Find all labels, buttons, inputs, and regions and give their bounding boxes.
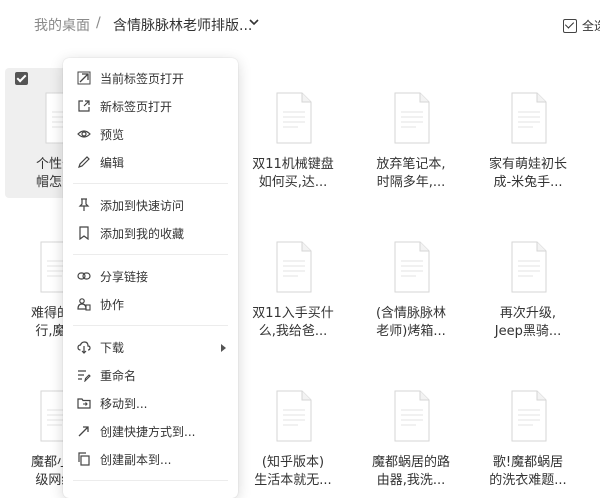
menu-item-label: 创建副本到... <box>100 452 172 467</box>
menu-item-label: 当前标签页打开 <box>100 71 185 86</box>
menu-item-favorites[interactable]: 添加到我的收藏 <box>63 219 238 247</box>
file-name: 魔都蜗居的路 由器,我洗... <box>371 455 450 488</box>
menu-item-label: 下载 <box>100 340 125 355</box>
bookmark-icon <box>77 226 91 240</box>
chevron-down-icon[interactable] <box>247 14 261 30</box>
file-name: 双11入手买什 么,我给爸... <box>252 306 334 339</box>
file-name: 双11机械键盘 如何买,达... <box>252 157 334 190</box>
menu-item-label: 创建快捷方式到... <box>100 424 196 439</box>
file-tile[interactable]: 放弃笔记本, 时隔多年,... <box>354 68 468 198</box>
select-all-checkbox[interactable]: 全选 <box>563 17 600 34</box>
submenu-arrow-icon <box>221 344 226 352</box>
folder-move-icon <box>77 396 91 410</box>
file-tile[interactable]: 双11入手买什 么,我给爸... <box>236 217 350 347</box>
menu-divider <box>73 480 228 481</box>
document-icon <box>276 92 312 144</box>
menu-divider <box>73 183 228 184</box>
menu-item-open-current-tab[interactable]: 当前标签页打开 <box>63 64 238 92</box>
link-icon <box>77 269 91 283</box>
menu-item-label: 预览 <box>100 127 125 142</box>
menu-item-label: 编辑 <box>100 155 125 170</box>
file-name: 放弃笔记本, 时隔多年,... <box>376 157 446 190</box>
menu-item-open-new-tab[interactable]: 新标签页打开 <box>63 92 238 120</box>
document-icon <box>276 390 312 442</box>
file-name: (知乎版本) 生活本就无... <box>254 455 332 488</box>
document-icon <box>394 390 430 442</box>
tile-checkbox[interactable] <box>15 72 28 85</box>
file-name: 再次升级, Jeep黑骑... <box>494 306 562 339</box>
menu-item-label: 新标签页打开 <box>100 99 173 114</box>
open-in-new-tab-icon <box>77 99 91 113</box>
file-tile[interactable]: 歌!魔都蜗居 的洗衣难题... <box>471 366 585 496</box>
document-icon <box>511 92 547 144</box>
breadcrumb-current[interactable]: 含情脉脉林老师排版... <box>113 15 252 35</box>
rename-icon <box>77 368 91 382</box>
menu-item-label: 协作 <box>100 297 125 312</box>
menu-item-move-to[interactable]: 移动到... <box>63 389 238 417</box>
select-all-label: 全选 <box>582 19 600 33</box>
file-tile[interactable]: 再次升级, Jeep黑骑... <box>471 217 585 347</box>
menu-item-label: 重命名 <box>100 368 137 383</box>
file-name: 歌!魔都蜗居 的洗衣难题... <box>489 455 567 488</box>
top-bar: 我的桌面 / 含情脉脉林老师排版... 全选 <box>0 0 600 50</box>
menu-item-label: 移动到... <box>100 396 148 411</box>
menu-divider <box>73 254 228 255</box>
pin-icon <box>77 198 91 212</box>
menu-item-label: 分享链接 <box>100 269 149 284</box>
breadcrumb-separator: / <box>96 15 101 31</box>
cloud-download-icon <box>77 340 91 354</box>
shortcut-icon <box>77 424 91 438</box>
document-icon <box>511 390 547 442</box>
file-name: 家有萌娃初长 成-米兔手... <box>488 157 567 190</box>
file-tile[interactable]: 魔都蜗居的路 由器,我洗... <box>354 366 468 496</box>
menu-item-collaborate[interactable]: 协作 <box>63 290 238 318</box>
pencil-icon <box>77 155 91 169</box>
file-tile[interactable]: 双11机械键盘 如何买,达... <box>236 68 350 198</box>
copy-icon <box>77 452 91 466</box>
file-name: (含情脉脉林 老师)烤箱... <box>375 306 447 339</box>
file-tile[interactable]: (知乎版本) 生活本就无... <box>236 366 350 496</box>
menu-item-create-copy[interactable]: 创建副本到... <box>63 445 238 473</box>
menu-item-create-shortcut[interactable]: 创建快捷方式到... <box>63 417 238 445</box>
document-icon <box>394 241 430 293</box>
menu-item-edit[interactable]: 编辑 <box>63 148 238 176</box>
menu-item-rename[interactable]: 重命名 <box>63 361 238 389</box>
menu-item-label: 添加到我的收藏 <box>100 226 185 241</box>
menu-item-quick-access[interactable]: 添加到快速访问 <box>63 191 238 219</box>
file-tile[interactable]: (含情脉脉林 老师)烤箱... <box>354 217 468 347</box>
document-icon <box>394 92 430 144</box>
menu-item-share-link[interactable]: 分享链接 <box>63 262 238 290</box>
document-icon <box>511 241 547 293</box>
breadcrumb-root[interactable]: 我的桌面 <box>34 15 90 35</box>
file-tile[interactable]: 家有萌娃初长 成-米兔手... <box>471 68 585 198</box>
menu-item-preview[interactable]: 预览 <box>63 120 238 148</box>
menu-item-label: 添加到快速访问 <box>100 198 185 213</box>
eye-icon <box>77 127 91 141</box>
menu-item-download[interactable]: 下载 <box>63 333 238 361</box>
menu-divider <box>73 325 228 326</box>
checkbox-icon[interactable] <box>563 18 577 33</box>
collaborate-icon <box>77 297 91 311</box>
document-icon <box>276 241 312 293</box>
context-menu: 当前标签页打开 新标签页打开 预览 编辑 添加到快速访问 添加到我的收藏 分享链… <box>63 58 238 498</box>
open-in-current-tab-icon <box>77 71 91 85</box>
